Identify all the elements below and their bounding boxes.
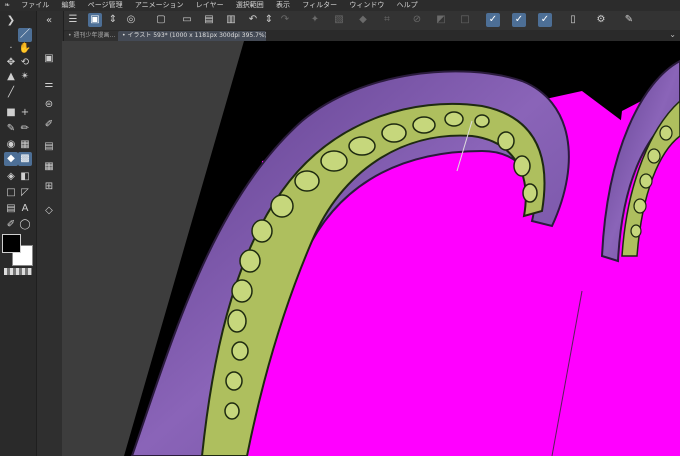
transparent-color-swatch[interactable]	[4, 268, 32, 275]
view-icon[interactable]: ◎	[124, 13, 138, 27]
chevron-updown-icon[interactable]: ⇕	[106, 13, 120, 27]
decoration-icon[interactable]: ▦	[18, 138, 32, 152]
command-bar: ☰ ▣ ⇕ ◎ ▢ ▭ ▤ ▥ ↶ ⇕ ↷ ✦ ▧ ◆ ⌗ ⊘ ◩ □ ✓ ✓ …	[62, 11, 680, 31]
pen-tool-icon[interactable]: ／	[18, 28, 32, 42]
app-logo-icon[interactable]: ❧	[0, 0, 14, 11]
rotate-tool-icon[interactable]: ⟲	[18, 56, 32, 70]
magnify-icon[interactable]: +	[18, 106, 32, 120]
sub-tool-icon[interactable]: ▣	[42, 52, 56, 66]
collapse-chevron-icon[interactable]: «	[42, 14, 56, 28]
text-tool-icon[interactable]: A	[18, 202, 32, 216]
menu-bar: ❧ ファイル 編集 ページ管理 アニメーション レイヤー 選択範囲 表示 フィル…	[0, 0, 680, 11]
transform-icon[interactable]: ✦	[308, 13, 322, 27]
balloon-tool-icon[interactable]: ✐	[4, 218, 18, 232]
layer-property-icon[interactable]: ⊞	[42, 180, 56, 194]
menu-edit[interactable]: 編集	[56, 0, 80, 11]
pencil-icon[interactable]: ✎	[4, 122, 18, 136]
menu-layer[interactable]: レイヤー	[191, 0, 229, 11]
edit-icon[interactable]: ✎	[622, 13, 636, 27]
foreground-color-swatch[interactable]	[2, 234, 21, 253]
tab-document-2[interactable]: • イラスト 593* (1000 x 1181px 300dpi 395.7%…	[118, 31, 266, 41]
shape-tool-icon[interactable]: □	[4, 186, 18, 200]
gradient-tool-icon[interactable]: ◧	[18, 170, 32, 184]
menu-animation[interactable]: アニメーション	[130, 0, 189, 11]
history-updown-icon[interactable]: ⇕	[262, 13, 276, 27]
fill-tool-icon[interactable]: ◈	[4, 170, 18, 184]
panel-collapse-icon[interactable]: ❯	[4, 14, 18, 28]
open-folder-icon[interactable]: ▭	[180, 13, 194, 27]
zoom-tool-icon[interactable]: ·	[4, 42, 18, 56]
menu-filter[interactable]: フィルター	[297, 0, 342, 11]
tab-document-1[interactable]: • 週刊少年漫画…	[64, 31, 122, 41]
lasso-tool-icon[interactable]: ▲	[4, 70, 18, 84]
crop-icon[interactable]: ⌗	[380, 13, 394, 27]
frame-tool-icon[interactable]: ◸	[18, 186, 32, 200]
snap-grid-icon[interactable]: ✓	[538, 13, 552, 27]
tool-property-icon[interactable]: ⚌	[42, 78, 56, 92]
settings-icon[interactable]: ⚙	[594, 13, 608, 27]
menu-selection[interactable]: 選択範囲	[231, 0, 269, 11]
new-file-icon[interactable]: ▢	[154, 13, 168, 27]
deselect-icon[interactable]: □	[458, 13, 472, 27]
chevron-down-icon[interactable]: ⌄	[669, 30, 676, 39]
brush-size-icon[interactable]: ⊜	[42, 98, 56, 112]
layers-icon[interactable]: ◇	[42, 204, 56, 218]
hamburger-menu-icon[interactable]: ☰	[66, 13, 80, 27]
hand-tool-icon[interactable]: ✋	[18, 42, 32, 56]
redo-icon[interactable]: ↷	[278, 13, 292, 27]
brush-pen-icon[interactable]: ✐	[42, 118, 56, 132]
menu-page[interactable]: ページ管理	[83, 0, 128, 11]
material-icon[interactable]: ▤	[42, 140, 56, 154]
texture-tool-icon[interactable]: ▩	[18, 152, 32, 166]
snap-ruler-icon[interactable]: ✓	[512, 13, 526, 27]
menu-view[interactable]: 表示	[271, 0, 295, 11]
document-tab-bar: • 週刊少年漫画… • イラスト 593* (1000 x 1181px 300…	[62, 30, 680, 41]
fill-icon[interactable]: ◆	[356, 13, 370, 27]
clear-icon[interactable]: ⊘	[410, 13, 424, 27]
eraser-red-icon[interactable]: ■	[4, 106, 18, 120]
stabilize-pen-icon[interactable]: ✓	[486, 13, 500, 27]
clear-outside-icon[interactable]: ◩	[434, 13, 448, 27]
menu-window[interactable]: ウィンドウ	[344, 0, 389, 11]
eyedropper-icon[interactable]: ╱	[4, 86, 18, 100]
blend-tool-icon[interactable]: ◆	[4, 152, 18, 166]
menu-file[interactable]: ファイル	[16, 0, 54, 11]
navigator-icon[interactable]: ▦	[42, 160, 56, 174]
export-icon[interactable]: ▥	[224, 13, 238, 27]
canvas-area[interactable]	[62, 41, 680, 456]
artwork	[124, 41, 680, 456]
save-icon[interactable]: ▤	[202, 13, 216, 27]
menu-help[interactable]: ヘルプ	[392, 0, 423, 11]
undo-icon[interactable]: ↶	[246, 13, 260, 27]
brush-icon[interactable]: ✏	[18, 122, 32, 136]
magic-wand-icon[interactable]: ✴	[18, 70, 32, 84]
correct-line-icon[interactable]: ◯	[18, 218, 32, 232]
new-canvas-icon[interactable]: ▣	[88, 13, 102, 27]
move-tool-icon[interactable]: ✥	[4, 56, 18, 70]
ruler-tool-icon[interactable]: ▤	[4, 202, 18, 216]
airbrush-icon[interactable]: ◉	[4, 138, 18, 152]
smartphone-icon[interactable]: ▯	[566, 13, 580, 27]
copy-icon[interactable]: ▧	[332, 13, 346, 27]
